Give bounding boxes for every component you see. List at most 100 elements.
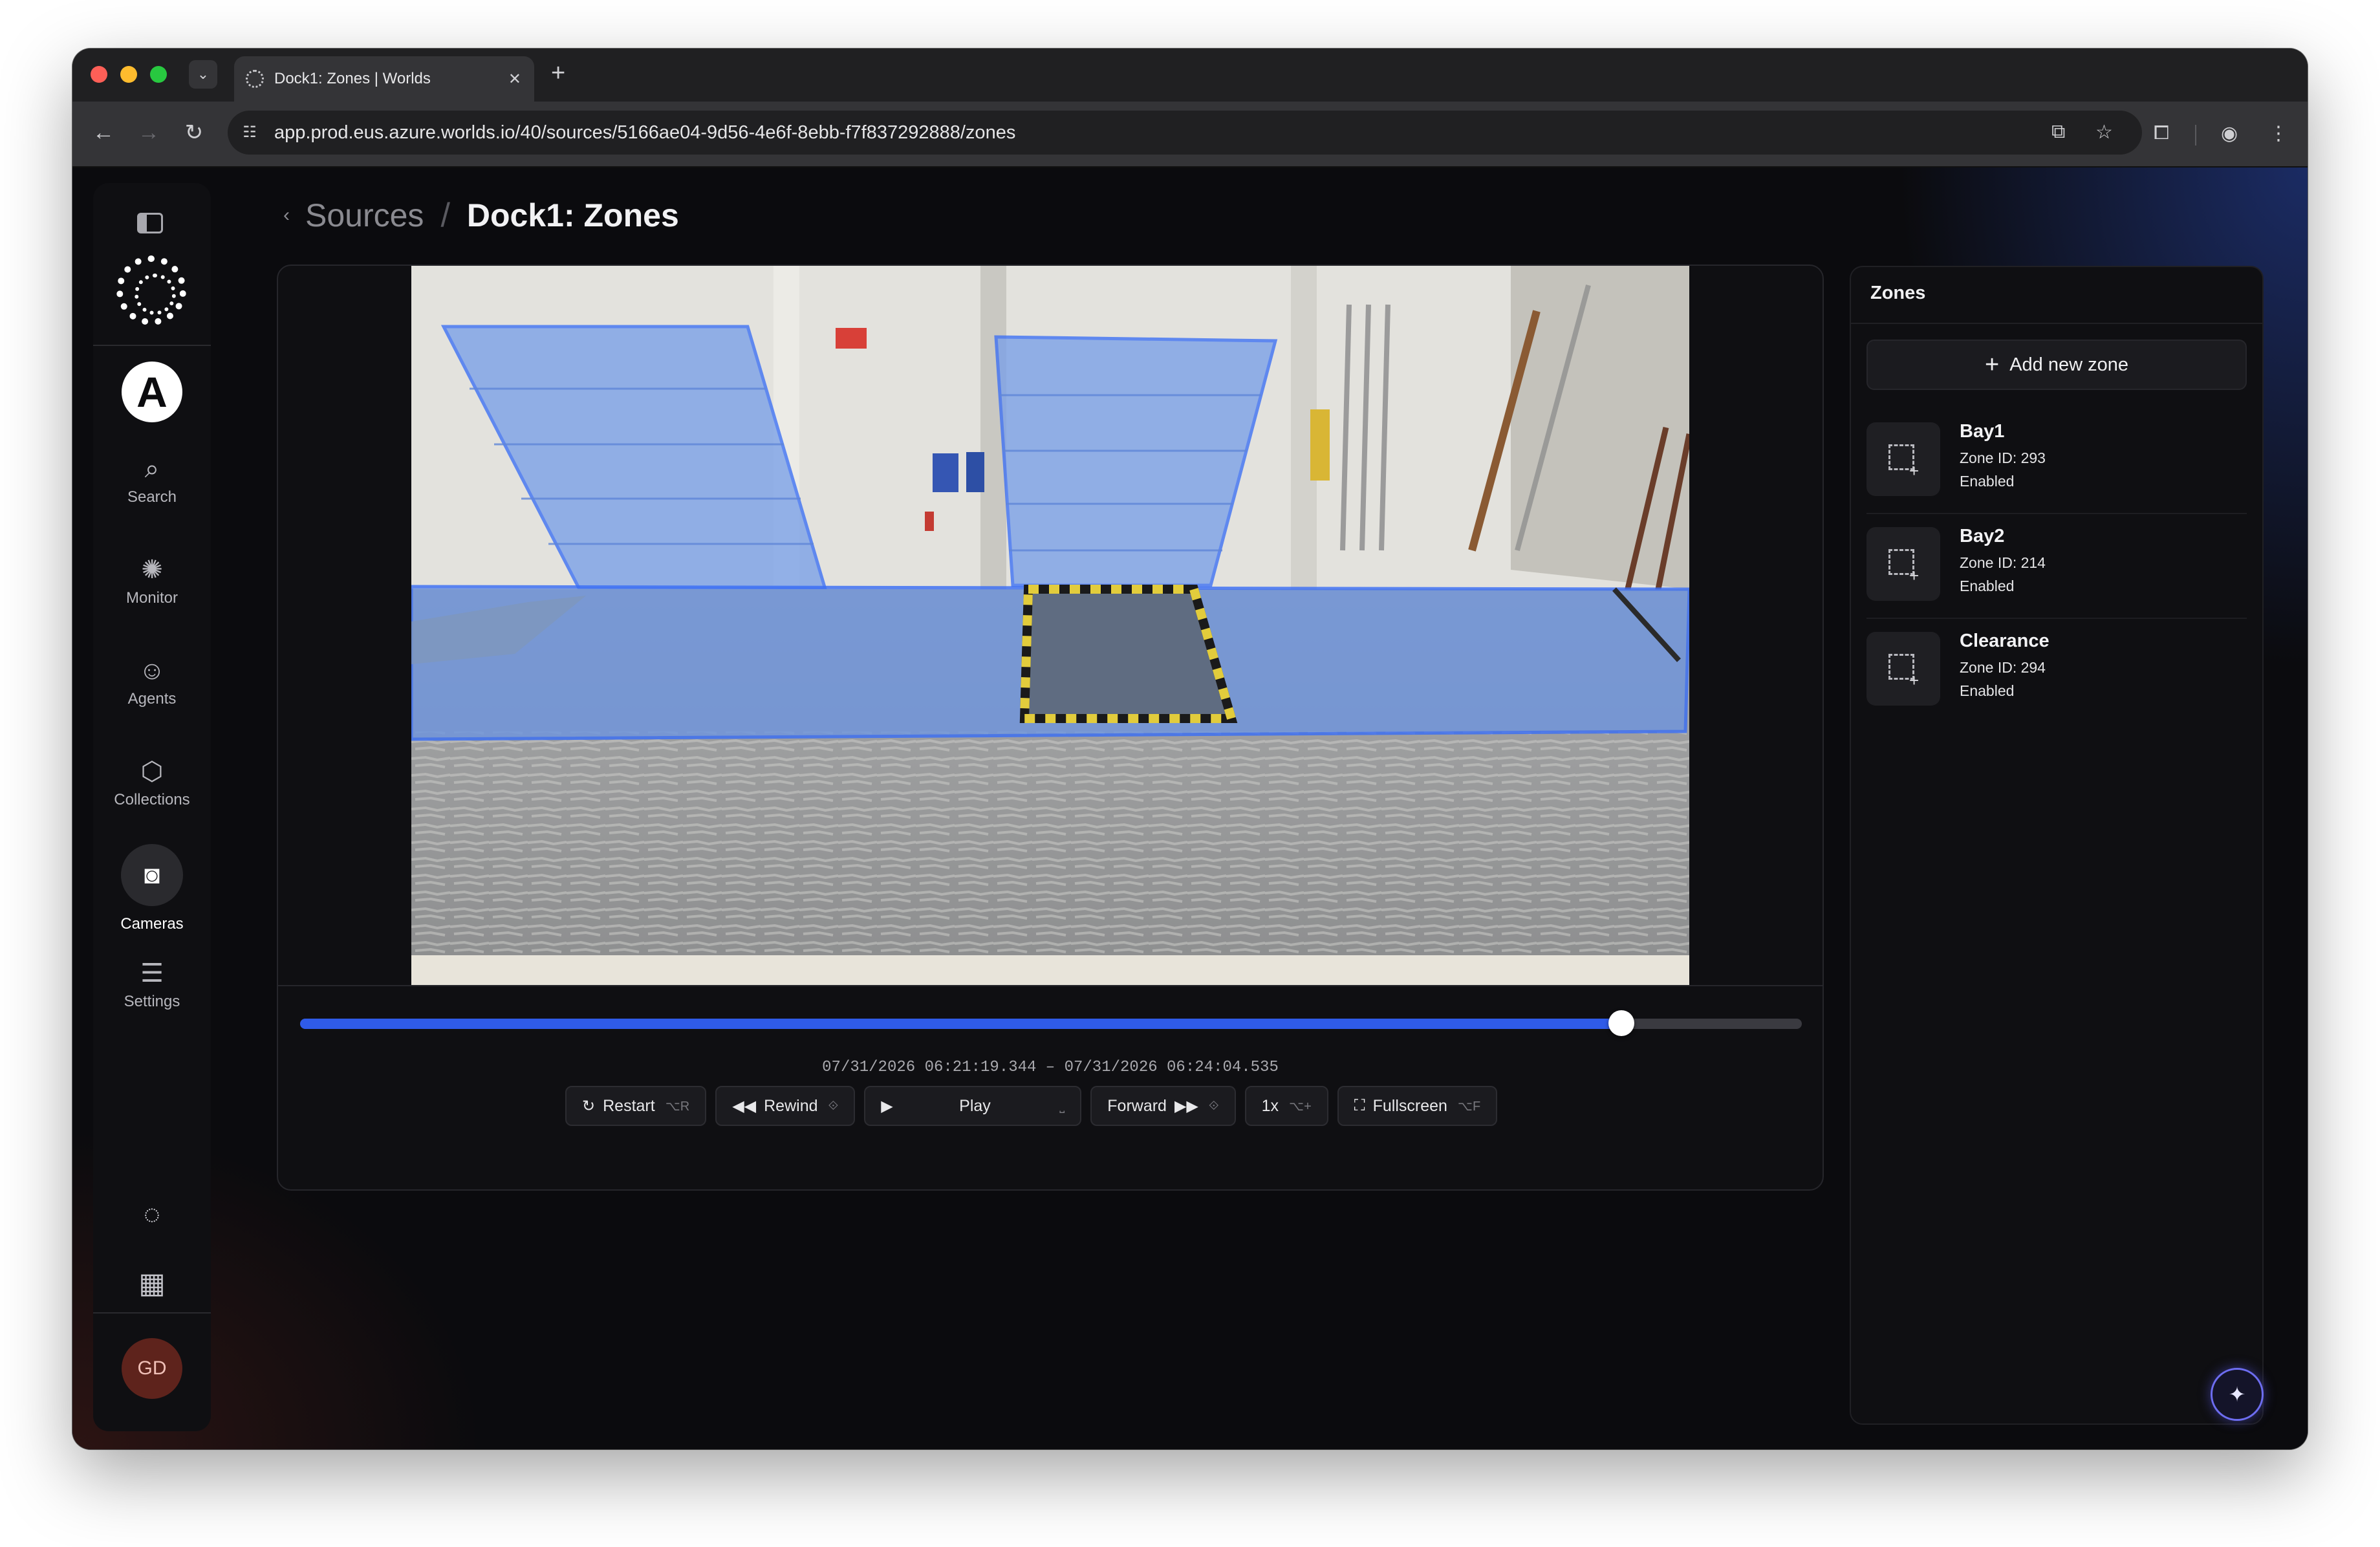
sidebar-item-settings[interactable]: ☰ Settings — [93, 958, 211, 1011]
worlds-logo-icon[interactable] — [116, 255, 186, 325]
search-icon: ⌕ — [144, 455, 160, 483]
tab-close-icon[interactable]: ✕ — [508, 70, 521, 89]
zone-status: Enabled — [1960, 578, 2015, 594]
chevron-left-icon[interactable]: ‹ — [283, 204, 290, 226]
monitor-icon: ✺ — [141, 556, 163, 584]
new-tab-button[interactable]: + — [551, 59, 565, 87]
timeline-handle[interactable] — [1608, 1010, 1635, 1036]
speed-label: 1x — [1261, 1096, 1279, 1115]
url-text: app.prod.eus.azure.worlds.io/40/sources/… — [274, 122, 1016, 143]
extensions-icon[interactable]: ⧠ — [2154, 122, 2169, 144]
org-avatar[interactable]: A — [122, 362, 182, 422]
play-label: Play — [959, 1096, 991, 1115]
rewind-button[interactable]: ◀◀ Rewind ⟐ — [715, 1086, 856, 1126]
zones-panel-title: Zones — [1870, 283, 1926, 303]
forward-label: Forward — [1107, 1096, 1167, 1115]
camera-icon: ◙ — [144, 861, 160, 889]
play-icon: ▶ — [881, 1097, 893, 1115]
sidebar: A ⌕ Search ✺ Monitor ☺ Agents ⬡ Collecti… — [93, 183, 211, 1431]
rewind-label: Rewind — [764, 1096, 818, 1115]
zone-list-item[interactable]: + Clearance Zone ID: 294 Enabled — [1866, 619, 2247, 722]
zones-panel-header: Zones — [1851, 267, 2262, 324]
zone-id: Zone ID: 294 — [1960, 659, 2046, 676]
speed-button[interactable]: 1x ⌥+ — [1244, 1086, 1328, 1126]
user-avatar[interactable]: GD — [122, 1338, 182, 1399]
breadcrumb: ‹ Sources / Dock1: Zones — [283, 189, 679, 241]
sidebar-divider — [93, 1312, 211, 1314]
fullscreen-button[interactable]: ⛶ Fullscreen ⌥F — [1337, 1086, 1498, 1126]
fullscreen-shortcut: ⌥F — [1457, 1099, 1481, 1114]
rewind-shortcut: ⟐ — [828, 1098, 839, 1113]
play-shortcut: ⎵ — [1059, 1098, 1065, 1113]
sidebar-item-search[interactable]: ⌕ Search — [93, 453, 211, 506]
zones-panel: Zones + Add new zone + Bay1 Zone ID: 293… — [1850, 266, 2264, 1425]
profile-icon[interactable]: ◉ — [2221, 122, 2238, 145]
browser-window: ⌄ Dock1: Zones | Worlds ✕ + ← → ↻ ☷ app.… — [72, 49, 2308, 1449]
zone-id: Zone ID: 214 — [1960, 554, 2046, 571]
zone-select-icon: + — [1866, 422, 1940, 496]
timeline-progress — [300, 1019, 1622, 1029]
plus-icon: + — [1984, 351, 2000, 378]
loading-circle-icon[interactable]: ◌ — [93, 1198, 211, 1231]
time-range-label: 07/31/2026 06:21:19.344 – 07/31/2026 06:… — [822, 1059, 1279, 1076]
toolbar-divider — [2195, 125, 2196, 146]
fullscreen-label: Fullscreen — [1372, 1096, 1447, 1115]
more-menu-icon[interactable]: ⋮ — [2269, 122, 2288, 145]
add-zone-label: Add new zone — [2009, 354, 2128, 375]
play-button[interactable]: ▶ Play ⎵ — [864, 1086, 1082, 1126]
zone-id: Zone ID: 293 — [1960, 449, 2046, 466]
back-arrow-icon[interactable]: ← — [89, 118, 118, 147]
robot-icon: ☺ — [138, 656, 166, 685]
minimize-window-button[interactable] — [120, 66, 137, 83]
zone-select-icon: + — [1866, 632, 1940, 706]
install-app-icon[interactable]: ⧉ — [2051, 121, 2065, 143]
restart-shortcut: ⌥R — [665, 1099, 690, 1114]
sidebar-item-monitor[interactable]: ✺ Monitor — [93, 554, 211, 607]
zone-list-item[interactable]: + Bay2 Zone ID: 214 Enabled — [1866, 514, 2247, 619]
sidebar-item-agents[interactable]: ☺ Agents — [93, 655, 211, 708]
camera-feed[interactable] — [411, 266, 1689, 985]
restart-label: Restart — [603, 1096, 655, 1115]
zoom-window-button[interactable] — [150, 66, 167, 83]
sidebar-divider — [93, 345, 211, 346]
sidebar-item-label: Agents — [127, 690, 177, 708]
zone-select-icon: + — [1866, 527, 1940, 601]
zone-status: Enabled — [1960, 473, 2015, 490]
reload-icon[interactable]: ↻ — [180, 118, 208, 147]
breadcrumb-parent[interactable]: Sources — [305, 197, 424, 234]
active-item-highlight: ◙ — [121, 844, 183, 906]
forward-arrow-icon[interactable]: → — [135, 118, 163, 147]
sidebar-item-collections[interactable]: ⬡ Collections — [93, 756, 211, 809]
forward-button[interactable]: Forward ▶▶ ⟐ — [1090, 1086, 1236, 1126]
tab-search-button[interactable]: ⌄ — [189, 60, 217, 89]
browser-tab[interactable]: Dock1: Zones | Worlds ✕ — [234, 56, 534, 102]
building-icon[interactable]: ▦ — [93, 1267, 211, 1300]
sliders-icon: ☰ — [140, 959, 164, 988]
sidebar-item-label: Monitor — [125, 589, 178, 607]
bookmark-star-icon[interactable]: ☆ — [2095, 121, 2113, 144]
zone-list-item[interactable]: + Bay1 Zone ID: 293 Enabled — [1866, 409, 2247, 514]
close-window-button[interactable] — [91, 66, 107, 83]
sidebar-item-cameras[interactable]: ◙ Cameras — [93, 844, 211, 933]
add-zone-button[interactable]: + Add new zone — [1866, 340, 2247, 390]
rewind-icon: ◀◀ — [732, 1097, 757, 1115]
zone-status: Enabled — [1960, 682, 2015, 699]
restart-button[interactable]: ↻ Restart ⌥R — [565, 1086, 707, 1126]
sidebar-item-label: Settings — [124, 993, 180, 1010]
video-player: 07/31/2026 06:21:19.344 – 07/31/2026 06:… — [277, 265, 1824, 1191]
site-info-icon[interactable]: ☷ — [239, 122, 260, 143]
timeline-scrubber[interactable] — [300, 1010, 1802, 1036]
sidebar-item-label: Cameras — [120, 915, 184, 933]
camera-frame-image — [411, 266, 1689, 985]
fullscreen-icon: ⛶ — [1354, 1097, 1365, 1114]
zone-name: Bay2 — [1960, 526, 2005, 546]
forward-icon: ▶▶ — [1174, 1097, 1198, 1115]
sidebar-item-label: Collections — [114, 791, 190, 808]
player-divider — [278, 985, 1823, 986]
sidebar-item-label: Search — [127, 488, 177, 506]
ai-assistant-button[interactable]: ✦ — [2211, 1368, 2264, 1421]
cube-icon: ⬡ — [140, 757, 164, 786]
address-bar[interactable]: ☷ app.prod.eus.azure.worlds.io/40/source… — [228, 111, 2142, 155]
sidebar-toggle-icon[interactable] — [137, 213, 163, 233]
playback-controls: ↻ Restart ⌥R ◀◀ Rewind ⟐ ▶ Play ⎵ Forwar… — [565, 1086, 1498, 1126]
